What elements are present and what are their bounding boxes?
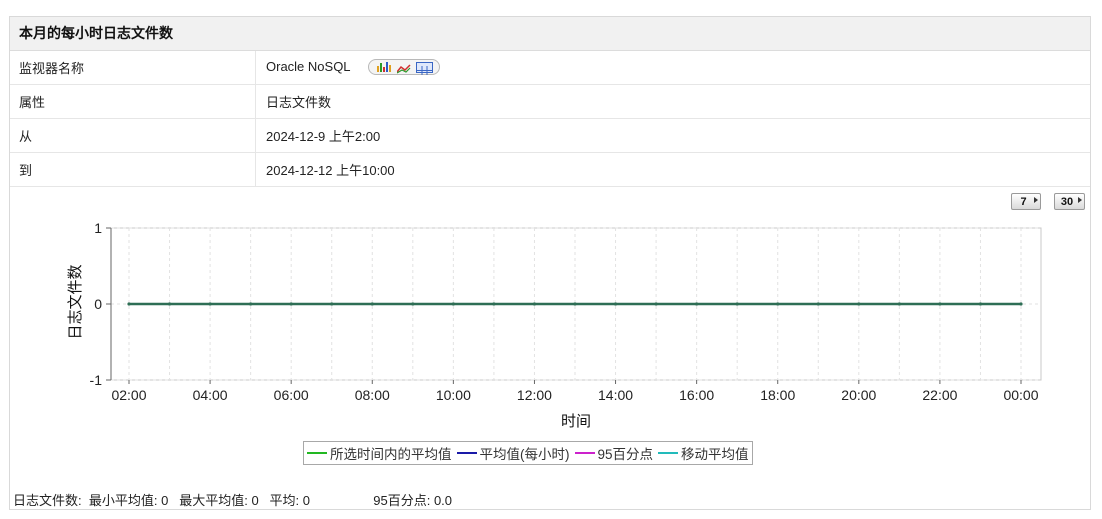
legend-swatch [658,452,679,454]
data-point [127,302,131,306]
x-tick-label: 18:00 [760,387,795,403]
x-tick-label: 10:00 [436,387,471,403]
legend-swatch [456,452,477,454]
y-axis-title: 日志文件数 [66,264,84,339]
legend-label: 移动平均值 [681,447,749,462]
chart-legend: 所选时间内的平均值 平均值(每小时) 95百分点 移动平均值 [303,441,753,465]
y-tick-label: 0 [94,296,102,312]
x-tick-label: 08:00 [355,387,390,403]
y-tick-label: 1 [94,220,102,236]
data-point [654,302,658,306]
y-tick-label: -1 [90,372,103,388]
x-tick-label: 12:00 [517,387,552,403]
data-point [1019,302,1023,306]
data-point [938,302,942,306]
stats-label: 日志文件数: [13,493,82,508]
data-point [532,302,537,306]
data-point [370,302,374,306]
legend-swatch [574,452,595,454]
legend-item[interactable]: 移动平均值 [658,443,749,463]
x-tick-label: 00:00 [1003,387,1038,403]
legend-label: 所选时间内的平均值 [330,447,452,462]
data-point [289,302,293,306]
stats-max-label: 最大平均值: [179,493,248,508]
data-point [776,302,780,306]
stats-p95-value: 0.0 [433,493,453,508]
data-point [857,302,861,306]
stats-avg-value: 0 [302,493,310,508]
data-point [411,302,415,306]
legend-label: 平均值(每小时) [479,447,570,462]
stats-avg-label: 平均: [269,493,300,508]
data-point [249,302,253,306]
x-tick-label: 04:00 [193,387,228,403]
stats-max-value: 0 [251,493,259,508]
x-tick-label: 16:00 [679,387,714,403]
x-tick-label: 02:00 [111,387,146,403]
data-point [613,302,618,306]
data-point [735,302,739,306]
legend-swatch [307,452,327,454]
legend-item[interactable]: 平均值(每小时) [456,443,570,463]
x-tick-label: 22:00 [922,387,957,403]
stats-summary: 日志文件数: 最小平均值: 0 最大平均值: 0 平均: 0 95百分点: 0.… [13,490,452,509]
data-point [816,302,820,306]
data-point [330,302,334,306]
x-tick-label: 20:00 [841,387,876,403]
x-axis-title: 时间 [561,412,591,430]
stats-min-label: 最小平均值: [88,493,158,508]
data-point [451,302,455,306]
stats-p95-label: 95百分点: [373,493,431,508]
legend-item[interactable]: 95百分点 [574,443,654,463]
stats-min-value: 0 [161,493,169,508]
data-point [167,302,172,306]
x-tick-label: 14:00 [598,387,633,403]
data-point [695,302,699,306]
data-point [978,302,983,306]
data-point [573,302,577,306]
legend-item[interactable]: 所选时间内的平均值 [307,443,452,463]
x-tick-label: 06:00 [274,387,309,403]
data-point [208,302,212,306]
legend-label: 95百分点 [597,447,654,462]
data-point [897,302,901,306]
data-point [492,302,496,306]
